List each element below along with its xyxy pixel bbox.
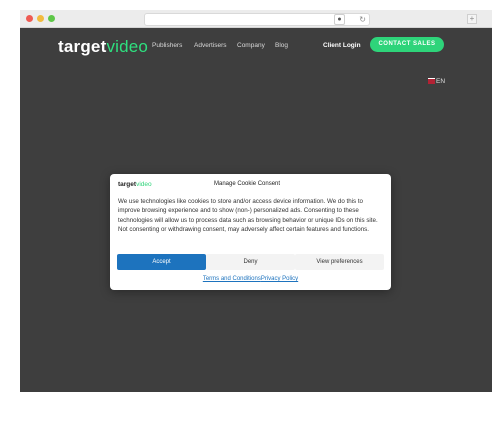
language-selector[interactable]: EN [428,78,445,85]
extension-icon[interactable]: ● [334,14,345,25]
cookie-consent-modal: targetvideo Manage Cookie Consent We use… [110,174,391,290]
site-logo[interactable]: targetvideo [58,37,148,57]
view-preferences-button[interactable]: View preferences [295,254,384,270]
logo-text-target: target [58,37,107,56]
modal-body-text: We use technologies like cookies to stor… [118,198,378,233]
privacy-policy-link[interactable]: Privacy Policy [261,276,298,282]
reload-icon[interactable]: ↻ [359,14,366,25]
contact-sales-button[interactable]: CONTACT SALES [370,37,444,52]
terms-link[interactable]: Terms and Conditions [203,276,261,282]
modal-title: Manage Cookie Consent [214,181,281,187]
deny-button[interactable]: Deny [206,254,295,270]
minimize-window-button[interactable] [37,15,44,22]
logo-text-video: video [106,37,149,56]
client-login-link[interactable]: Client Login [323,42,361,49]
modal-links: Terms and ConditionsPrivacy Policy [110,276,391,282]
new-tab-button[interactable]: + [467,14,477,24]
modal-logo: targetvideo [118,181,152,188]
us-flag-icon [428,78,435,85]
nav-blog[interactable]: Blog [275,42,288,49]
modal-logo-video: video [136,181,152,188]
nav-publishers[interactable]: Publishers [152,42,182,49]
accept-button[interactable]: Accept [117,254,206,270]
maximize-window-button[interactable] [48,15,55,22]
nav-advertisers[interactable]: Advertisers [194,42,227,49]
browser-toolbar: ↻ ● [20,10,492,28]
nav-company[interactable]: Company [237,42,265,49]
modal-logo-target: target [118,181,137,188]
language-label: EN [436,78,446,85]
close-window-button[interactable] [26,15,33,22]
